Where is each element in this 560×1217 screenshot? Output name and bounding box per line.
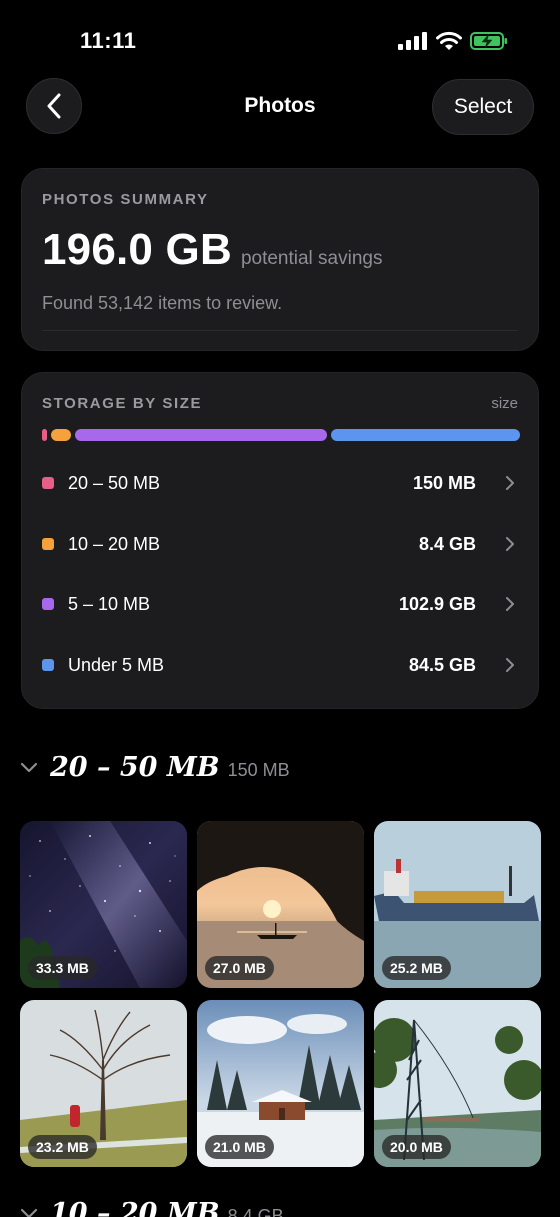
group-title: 10 – 20 MB (50, 1198, 220, 1217)
storage-distribution-bar (42, 429, 520, 441)
size-row-20-50[interactable]: 20 – 50 MB 150 MB (42, 463, 518, 503)
storage-label: STORAGE BY SIZE (42, 395, 203, 412)
size-range-label: 10 – 20 MB (68, 533, 161, 554)
chevron-right-icon (502, 475, 518, 491)
photos-summary-card: PHOTOS SUMMARY 196.0 GB potential saving… (21, 168, 539, 351)
select-button[interactable]: Select (432, 79, 534, 135)
status-time: 11:11 (80, 28, 137, 53)
photo-thumbnail[interactable]: 20.0 MB (374, 1000, 541, 1167)
chevron-right-icon (502, 657, 518, 673)
items-found-text: Found 53,142 items to review. (42, 293, 283, 313)
group-size: 150 MB (227, 760, 290, 780)
chevron-right-icon (502, 596, 518, 612)
chevron-right-icon (502, 536, 518, 552)
size-range-value: 150 MB (412, 472, 476, 493)
potential-savings-amount: 196.0 GB (42, 225, 232, 274)
photo-thumbnail[interactable]: 25.2 MB (374, 821, 541, 988)
photo-size-badge: 21.0 MB (205, 1135, 274, 1159)
group-header-20-50[interactable]: 20 – 50 MB 150 MB (20, 752, 290, 783)
chevron-down-icon (20, 762, 38, 773)
photo-thumbnail[interactable]: 23.2 MB (20, 1000, 187, 1167)
bar-segment-5-10 (75, 429, 327, 441)
photo-thumbnail[interactable]: 21.0 MB (197, 1000, 364, 1167)
photo-size-badge: 23.2 MB (28, 1135, 97, 1159)
potential-savings-label: potential savings (240, 248, 383, 269)
group-title: 20 – 50 MB (50, 752, 220, 783)
size-row-5-10[interactable]: 5 – 10 MB 102.9 GB (42, 584, 518, 624)
photo-size-badge: 33.3 MB (28, 956, 97, 980)
bar-segment-20-50 (42, 429, 47, 441)
color-dot (42, 538, 54, 550)
status-icons (398, 31, 508, 51)
group-header-10-20[interactable]: 10 – 20 MB 8.4 GB (20, 1198, 284, 1217)
color-dot (42, 598, 54, 610)
photo-size-badge: 27.0 MB (205, 956, 274, 980)
bar-segment-under-5 (331, 429, 520, 441)
cellular-signal-icon (398, 32, 427, 50)
color-dot (42, 477, 54, 489)
size-range-label: 20 – 50 MB (68, 472, 161, 493)
size-range-value: 84.5 GB (408, 654, 476, 675)
size-range-label: 5 – 10 MB (68, 593, 151, 614)
storage-by-size-card: STORAGE BY SIZE size 20 – 50 MB 150 MB 1… (21, 372, 539, 709)
chevron-down-icon (20, 1208, 38, 1217)
divider (42, 330, 518, 331)
wifi-icon (436, 31, 462, 50)
status-bar: 11:11 (0, 0, 560, 70)
summary-label: PHOTOS SUMMARY (42, 191, 209, 208)
summary-amount-row: 196.0 GB potential savings (42, 225, 382, 275)
size-range-value: 102.9 GB (398, 593, 476, 614)
color-dot (42, 659, 54, 671)
size-range-value: 8.4 GB (418, 533, 476, 554)
nav-bar: Photos Select (0, 78, 560, 136)
bar-segment-10-20 (51, 429, 71, 441)
photo-size-badge: 25.2 MB (382, 956, 451, 980)
group-size: 8.4 GB (227, 1206, 284, 1217)
size-range-label: Under 5 MB (68, 654, 165, 675)
photo-thumbnail[interactable]: 27.0 MB (197, 821, 364, 988)
battery-charging-icon (470, 32, 507, 50)
sort-label[interactable]: size (491, 395, 518, 412)
size-row-under-5[interactable]: Under 5 MB 84.5 GB (42, 645, 518, 685)
size-row-10-20[interactable]: 10 – 20 MB 8.4 GB (42, 524, 518, 564)
photo-size-badge: 20.0 MB (382, 1135, 451, 1159)
photo-thumbnail[interactable]: 33.3 MB (20, 821, 187, 988)
